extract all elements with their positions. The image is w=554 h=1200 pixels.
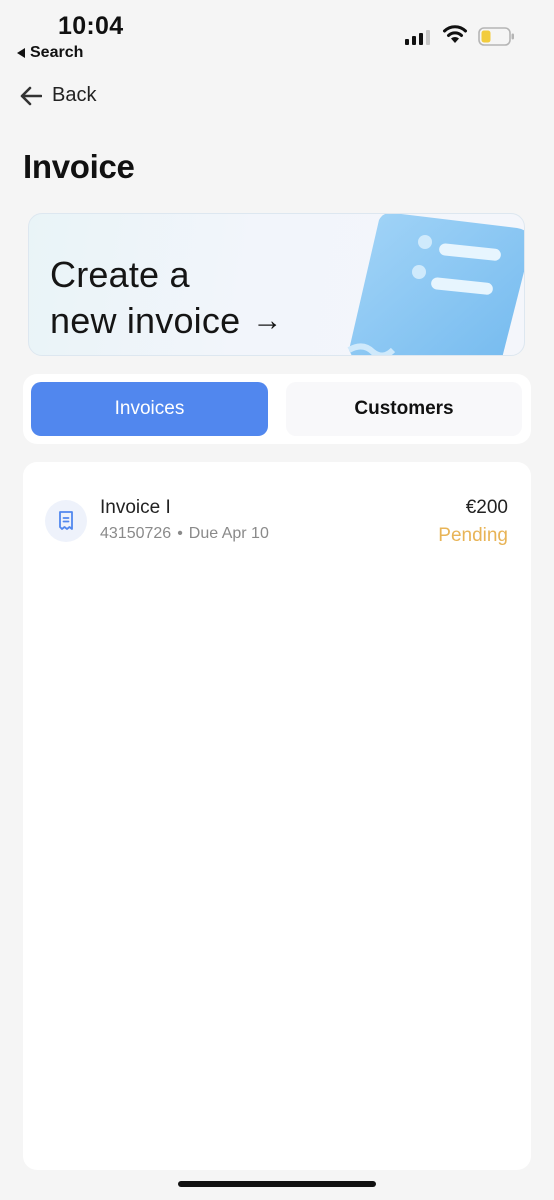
invoice-3d-illustration xyxy=(347,214,524,355)
back-label: Back xyxy=(52,84,97,106)
create-invoice-text: Create a new invoice → xyxy=(50,252,283,344)
back-to-search-label: Search xyxy=(30,44,84,61)
tab-customers[interactable]: Customers xyxy=(286,382,522,436)
receipt-icon xyxy=(45,500,87,542)
battery-icon xyxy=(478,27,514,46)
back-triangle-icon xyxy=(17,48,25,58)
promo-line-2-row: new invoice → xyxy=(50,298,283,344)
invoice-list: Invoice I 43150726 • Due Apr 10 €200 Pen… xyxy=(23,462,531,1170)
home-indicator[interactable] xyxy=(178,1181,376,1187)
arrow-right-icon: → xyxy=(252,304,283,337)
status-bar: 10:04 Search xyxy=(0,0,554,70)
invoice-amount: €200 xyxy=(465,497,508,518)
promo-line-1: Create a xyxy=(50,254,190,295)
promo-line-2: new invoice xyxy=(50,300,241,341)
list-item[interactable]: Invoice I 43150726 • Due Apr 10 €200 Pen… xyxy=(23,492,531,552)
cellular-signal-icon xyxy=(405,29,430,45)
back-to-search[interactable]: Search xyxy=(17,44,83,62)
meta-separator: • xyxy=(177,525,183,542)
back-button[interactable]: Back xyxy=(20,84,96,107)
arrow-left-icon xyxy=(20,86,42,105)
tab-invoices[interactable]: Invoices xyxy=(31,382,268,436)
status-badge: Pending xyxy=(438,525,508,546)
create-invoice-card[interactable]: Create a new invoice → xyxy=(28,213,525,356)
wifi-icon xyxy=(443,25,467,43)
invoice-title: Invoice I xyxy=(100,497,171,518)
invoice-due-date: Due Apr 10 xyxy=(188,525,269,542)
status-time: 10:04 xyxy=(58,12,124,40)
invoice-meta: 43150726 • Due Apr 10 xyxy=(100,525,269,543)
invoice-number: 43150726 xyxy=(100,525,172,542)
page-title: Invoice xyxy=(23,148,135,185)
invoice-tabs: Invoices Customers xyxy=(23,374,531,444)
